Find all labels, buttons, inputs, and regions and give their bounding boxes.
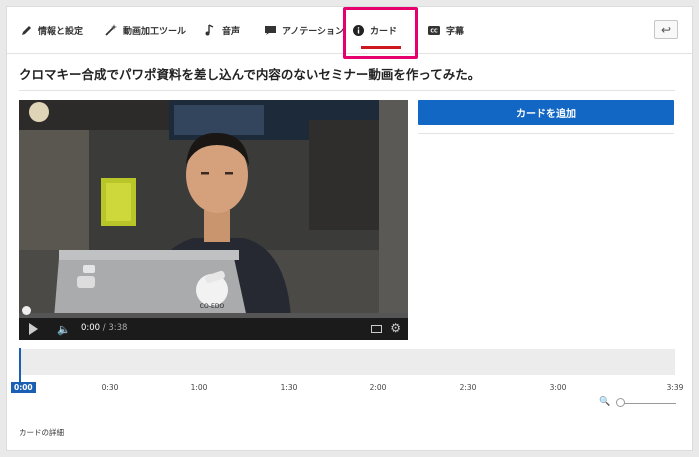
zoom-slider-track[interactable] xyxy=(619,403,676,404)
volume-icon[interactable]: 🔈 xyxy=(57,323,71,336)
video-progress-bar[interactable] xyxy=(19,306,408,318)
tab-label: 字幕 xyxy=(446,26,465,37)
timeline-tick: 2:00 xyxy=(369,383,387,392)
svg-text:CC: CC xyxy=(430,28,438,34)
tab-label: 動画加工ツール xyxy=(123,26,187,37)
pencil-icon xyxy=(19,23,33,37)
magic-wand-icon xyxy=(104,23,118,37)
video-player[interactable]: CO-EDO 🔈 0:00 / 3:38 ⚙ xyxy=(19,100,408,340)
divider xyxy=(418,133,674,134)
tab-enhancements[interactable]: 動画加工ツール xyxy=(104,7,186,53)
divider xyxy=(19,90,675,91)
subtitles-icon[interactable] xyxy=(371,325,382,333)
video-frame-illustration: CO-EDO xyxy=(19,100,408,318)
cc-icon: CC xyxy=(427,23,441,37)
timeline-current-time: 0:00 xyxy=(11,382,36,393)
timeline-axis: 0:00 0:30 1:00 1:30 2:00 2:30 3:00 3:39 xyxy=(7,381,692,395)
timeline-tick: 2:30 xyxy=(459,383,477,392)
player-duration: / 3:38 xyxy=(102,323,128,333)
timeline-tick: 1:00 xyxy=(190,383,208,392)
tab-label: 情報と設定 xyxy=(38,26,84,37)
editor-panel: 情報と設定 動画加工ツール 音声 アノテーション カード CC 字幕 ↩ クロマ… xyxy=(6,6,693,451)
player-time: 0:00 / 3:38 xyxy=(81,323,127,333)
zoom-search-icon: 🔍 xyxy=(599,397,611,407)
back-arrow-icon: ↩ xyxy=(660,22,672,37)
tab-audio[interactable]: 音声 xyxy=(203,7,240,53)
cards-tab-highlight-box xyxy=(343,7,418,59)
timeline-tick: 3:00 xyxy=(549,383,567,392)
player-current-time: 0:00 xyxy=(81,323,101,333)
add-card-button[interactable]: カードを追加 xyxy=(418,100,674,125)
card-timeline-track[interactable] xyxy=(19,349,675,375)
tab-label: アノテーション xyxy=(282,26,345,37)
speech-bubble-icon xyxy=(263,23,277,37)
card-details-label: カードの詳細 xyxy=(19,428,64,437)
timeline-tick: 3:39 xyxy=(666,383,684,392)
tab-subtitles[interactable]: CC 字幕 xyxy=(427,7,464,53)
gear-icon[interactable]: ⚙ xyxy=(390,321,401,335)
timeline-tick: 1:30 xyxy=(280,383,298,392)
tab-info-settings[interactable]: 情報と設定 xyxy=(19,7,83,53)
back-button[interactable]: ↩ xyxy=(654,20,678,39)
tab-annotations[interactable]: アノテーション xyxy=(263,7,344,53)
zoom-slider-handle[interactable] xyxy=(616,398,625,407)
timeline-tick: 0:30 xyxy=(101,383,119,392)
progress-scrubber[interactable] xyxy=(22,306,31,315)
play-icon[interactable] xyxy=(29,323,38,335)
video-title: クロマキー合成でパワポ資料を差し込んで内容のないセミナー動画を作ってみた。 xyxy=(19,67,481,82)
music-note-icon xyxy=(203,23,217,37)
player-controls: 🔈 0:00 / 3:38 ⚙ xyxy=(19,306,408,340)
laptop-sticker-label: CO-EDO xyxy=(200,303,225,310)
tab-label: 音声 xyxy=(222,26,241,37)
timeline-playhead[interactable] xyxy=(19,348,21,382)
